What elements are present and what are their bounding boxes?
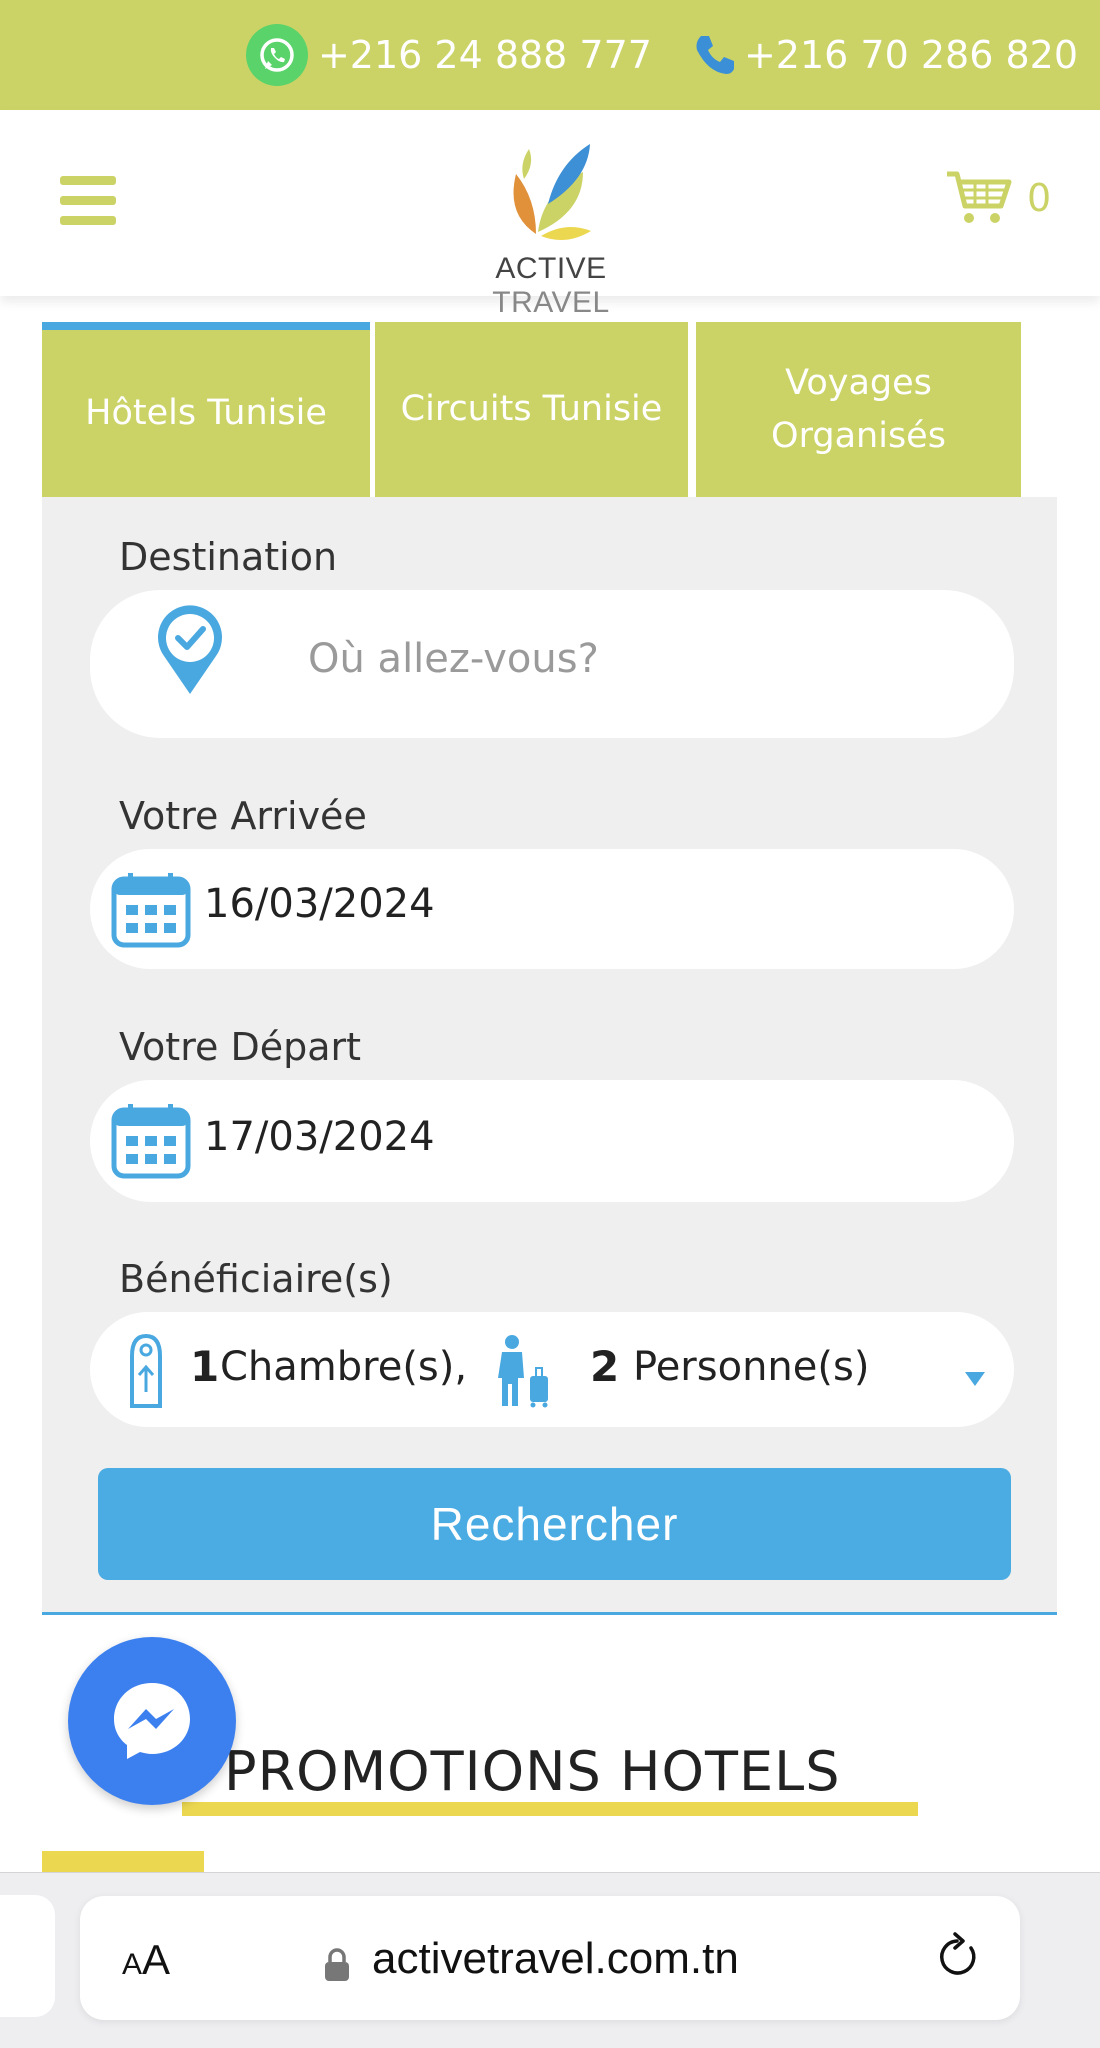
search-tabs: Hôtels Tunisie Circuits Tunisie Voyages … [42, 322, 1021, 497]
site-header: ACTIVE TRAVEL 0 [0, 110, 1100, 319]
arrival-label: Votre Arrivée [119, 794, 367, 838]
hotel-search-form: Destination Où allez-vous? Votre Arrivée… [42, 497, 1057, 1615]
logo-word-travel: TRAVEL [492, 286, 610, 319]
tab-hotels-tunisie[interactable]: Hôtels Tunisie [42, 322, 370, 497]
search-button[interactable]: Rechercher [98, 1468, 1011, 1580]
phone-contact[interactable]: +216 70 286 820 [688, 29, 1078, 81]
persons-count: 2 [590, 1342, 620, 1391]
previous-tab-card[interactable] [0, 1895, 55, 2017]
url-text: activetravel.com.tn [372, 1934, 739, 1983]
calendar-icon [111, 1104, 191, 1179]
arrival-date-value: 16/03/2024 [204, 881, 435, 927]
shopping-cart-icon [947, 171, 1012, 223]
phone-icon [688, 29, 740, 81]
messenger-chat-button[interactable] [68, 1637, 236, 1805]
destination-label: Destination [119, 535, 338, 579]
chevron-down-icon [965, 1372, 985, 1386]
beneficiaries-label: Bénéficiaire(s) [119, 1257, 393, 1301]
tab-label: Hôtels Tunisie [85, 393, 327, 433]
whatsapp-icon [245, 24, 308, 86]
phone-number: +216 70 286 820 [743, 33, 1078, 77]
departure-label: Votre Départ [119, 1025, 362, 1069]
whatsapp-contact[interactable]: +216 24 888 777 [245, 24, 652, 86]
cart-button[interactable]: 0 [945, 168, 1051, 228]
traveler-luggage-icon [498, 1335, 548, 1408]
text-size-small-a: A [122, 1948, 143, 1981]
url-bar[interactable]: AA activetravel.com.tn [80, 1896, 1020, 2020]
text-size-button[interactable]: AA [122, 1936, 170, 1984]
promotions-title: PROMOTIONS HOTELS [224, 1740, 841, 1803]
room-door-hanger-icon [130, 1333, 162, 1408]
promo-title-underline [182, 1802, 918, 1816]
tab-circuits-tunisie[interactable]: Circuits Tunisie [375, 322, 688, 497]
hamburger-menu-icon[interactable] [60, 176, 116, 226]
logo-wordmark: ACTIVE TRAVEL [436, 252, 666, 320]
text-size-large-a: A [142, 1936, 171, 1983]
beneficiaries-select[interactable]: 1 Chambre(s), 2 Personne(s) [90, 1312, 1014, 1427]
browser-address-bar: AA activetravel.com.tn [0, 1872, 1100, 2048]
calendar-icon [111, 873, 191, 948]
departure-date-field[interactable]: 17/03/2024 [90, 1080, 1014, 1202]
site-logo[interactable]: ACTIVE TRAVEL [436, 134, 666, 319]
destination-placeholder: Où allez-vous? [308, 636, 599, 682]
tab-voyages-organises[interactable]: Voyages Organisés [696, 322, 1021, 497]
persons-text: Personne(s) [633, 1344, 870, 1390]
leaf-logo-icon [513, 144, 591, 240]
whatsapp-number: +216 24 888 777 [317, 33, 652, 77]
lock-icon [325, 1948, 349, 1981]
location-pin-icon [158, 605, 222, 694]
destination-input[interactable]: Où allez-vous? [90, 590, 1014, 738]
rooms-text: Chambre(s), [220, 1344, 468, 1390]
rooms-count: 1 [190, 1342, 220, 1391]
reload-icon[interactable] [933, 1932, 983, 1982]
tab-label: Voyages Organisés [771, 362, 946, 456]
logo-word-active: ACTIVE [495, 252, 607, 285]
top-contact-bar: +216 24 888 777 +216 70 286 820 [0, 0, 1100, 110]
tab-label: Circuits Tunisie [400, 389, 663, 429]
arrival-date-field[interactable]: 16/03/2024 [90, 849, 1014, 969]
departure-date-value: 17/03/2024 [204, 1114, 435, 1160]
messenger-icon [114, 1683, 190, 1759]
cart-count: 0 [1027, 176, 1052, 220]
